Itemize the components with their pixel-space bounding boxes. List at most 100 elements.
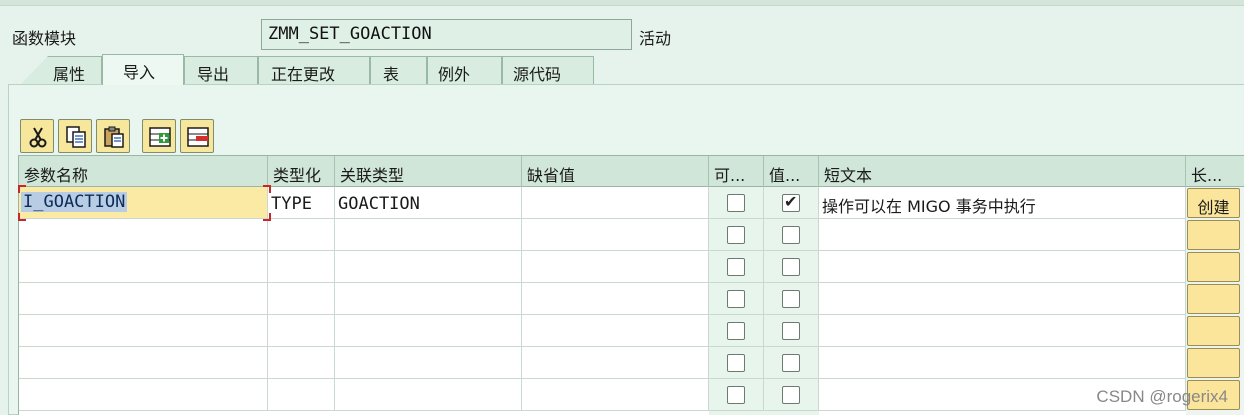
tab-source-code[interactable]: 源代码: [502, 56, 594, 85]
function-module-label: 函数模块: [12, 29, 77, 48]
table-row: [19, 347, 1244, 379]
default-value-cell[interactable]: [522, 315, 709, 347]
table-row: [19, 283, 1244, 315]
status-label: 活动: [639, 29, 672, 48]
tab-exceptions[interactable]: 例外: [427, 56, 502, 85]
paste-icon: [104, 126, 124, 148]
short-text-cell[interactable]: [819, 251, 1186, 283]
col-default[interactable]: 缺省值: [522, 156, 709, 187]
optional-checkbox[interactable]: [727, 322, 745, 340]
param-name-cell[interactable]: [19, 219, 268, 251]
long-text-button[interactable]: [1187, 220, 1240, 250]
assoc-type-cell[interactable]: [335, 283, 522, 315]
tab-import[interactable]: 导入: [102, 54, 184, 85]
long-text-cell: [1186, 347, 1244, 379]
short-text-cell[interactable]: [819, 219, 1186, 251]
default-value-cell[interactable]: [522, 219, 709, 251]
param-name-cell[interactable]: [19, 379, 268, 411]
tab-tables[interactable]: 表: [370, 56, 427, 85]
optional-checkbox[interactable]: [727, 354, 745, 372]
assoc-type-cell[interactable]: GOACTION: [335, 187, 522, 219]
optional-checkbox[interactable]: [727, 226, 745, 244]
pass-value-checkbox[interactable]: [782, 322, 800, 340]
table-row: [19, 251, 1244, 283]
typing-cell[interactable]: [268, 251, 335, 283]
col-assoc-type[interactable]: 关联类型: [335, 156, 522, 187]
insert-row-icon: [149, 127, 171, 147]
default-value-cell[interactable]: [522, 187, 709, 219]
pass-value-checkbox[interactable]: [782, 290, 800, 308]
insert-row-button[interactable]: [142, 119, 176, 153]
param-name-cell[interactable]: [19, 283, 268, 315]
default-value-cell[interactable]: [522, 251, 709, 283]
pass-value-checkbox[interactable]: ✔: [782, 192, 800, 212]
long-text-button[interactable]: [1187, 316, 1240, 346]
tab-export[interactable]: 导出: [184, 56, 258, 85]
default-value-cell[interactable]: [522, 379, 709, 411]
long-text-button[interactable]: [1187, 252, 1240, 282]
optional-checkbox[interactable]: [727, 386, 745, 404]
long-text-cell: [1186, 315, 1244, 347]
table-row: [19, 219, 1244, 251]
assoc-type-cell[interactable]: [335, 347, 522, 379]
optional-checkbox[interactable]: [727, 290, 745, 308]
optional-checkbox[interactable]: [727, 194, 745, 212]
long-text-button[interactable]: 创建: [1187, 188, 1240, 218]
col-typing[interactable]: 类型化: [268, 156, 335, 187]
pass-value-cell: [764, 347, 819, 379]
typing-cell[interactable]: [268, 315, 335, 347]
long-text-cell: [1186, 251, 1244, 283]
copy-button[interactable]: [58, 119, 92, 153]
long-text-cell: 创建: [1186, 187, 1244, 219]
optional-cell: [709, 283, 764, 315]
assoc-type-cell[interactable]: [335, 379, 522, 411]
param-name-cell[interactable]: [19, 251, 268, 283]
focus-frame: [18, 185, 271, 221]
long-text-cell: [1186, 219, 1244, 251]
long-text-button[interactable]: [1187, 348, 1240, 378]
default-value-cell[interactable]: [522, 283, 709, 315]
param-name-cell[interactable]: [19, 315, 268, 347]
short-text-cell[interactable]: [819, 283, 1186, 315]
short-text-cell[interactable]: 操作可以在 MIGO 事务中执行: [819, 187, 1186, 219]
col-optional[interactable]: 可...: [709, 156, 764, 187]
assoc-type-cell[interactable]: [335, 315, 522, 347]
param-name-cell[interactable]: [19, 347, 268, 379]
optional-cell: [709, 251, 764, 283]
short-text-cell[interactable]: [819, 347, 1186, 379]
pass-value-checkbox[interactable]: [782, 354, 800, 372]
window-top-edge: [0, 0, 1244, 6]
col-param-name[interactable]: 参数名称: [19, 156, 268, 187]
tab-attributes[interactable]: 属性: [20, 56, 102, 85]
typing-cell[interactable]: TYPE: [268, 187, 335, 219]
copy-icon: [66, 126, 86, 148]
typing-cell[interactable]: [268, 379, 335, 411]
table-row: [19, 379, 1244, 411]
pass-value-cell: [764, 219, 819, 251]
default-value-cell[interactable]: [522, 347, 709, 379]
optional-checkbox[interactable]: [727, 258, 745, 276]
watermark: CSDN @rogerix4: [1096, 387, 1228, 406]
cut-button[interactable]: [20, 119, 54, 153]
col-long-text[interactable]: 长...: [1186, 156, 1244, 187]
tab-changing[interactable]: 正在更改: [258, 56, 370, 85]
optional-cell: [709, 347, 764, 379]
assoc-type-cell[interactable]: [335, 219, 522, 251]
pass-value-cell: ✔: [764, 187, 819, 219]
optional-cell: [709, 315, 764, 347]
col-pass-value[interactable]: 值...: [764, 156, 819, 187]
short-text-cell[interactable]: [819, 315, 1186, 347]
typing-cell[interactable]: [268, 347, 335, 379]
pass-value-checkbox[interactable]: [782, 226, 800, 244]
typing-cell[interactable]: [268, 283, 335, 315]
pass-value-checkbox[interactable]: [782, 258, 800, 276]
function-module-name-field[interactable]: ZMM_SET_GOACTION: [261, 19, 632, 50]
focus-corner: [18, 185, 26, 193]
long-text-button[interactable]: [1187, 284, 1240, 314]
typing-cell[interactable]: [268, 219, 335, 251]
assoc-type-cell[interactable]: [335, 251, 522, 283]
pass-value-checkbox[interactable]: [782, 386, 800, 404]
paste-button[interactable]: [96, 119, 130, 153]
col-short-text[interactable]: 短文本: [819, 156, 1186, 187]
delete-row-button[interactable]: [180, 119, 214, 153]
